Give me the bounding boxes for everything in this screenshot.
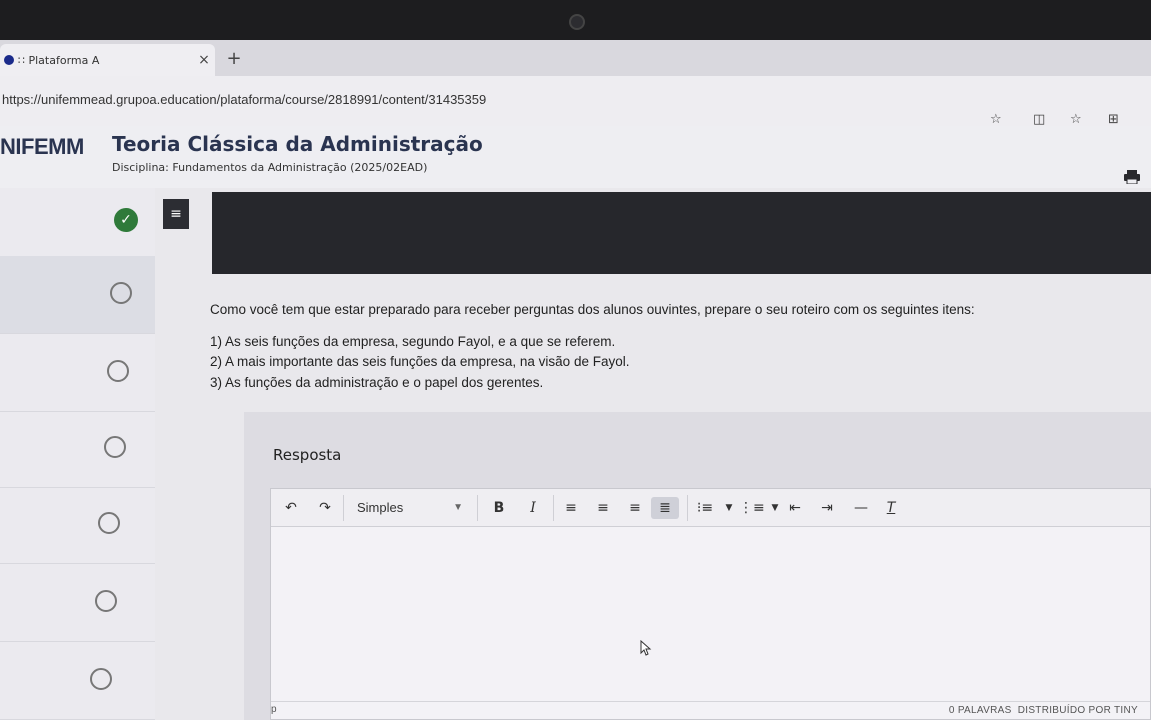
editor-statusbar: p 0 PALAVRAS DISTRIBUÍDO POR TINY — [271, 701, 1150, 719]
status-circle-icon — [104, 436, 126, 458]
italic-button[interactable]: I — [523, 497, 543, 519]
page-title: Teoria Clássica da Administração — [112, 132, 483, 156]
status-circle-icon — [98, 512, 120, 534]
toolbar-divider — [553, 495, 554, 521]
align-right-icon[interactable]: ≡ — [625, 497, 645, 519]
sidebar-item-6[interactable] — [0, 564, 155, 642]
instructions: Como você tem que estar preparado para r… — [210, 302, 975, 326]
word-count: 0 PALAVRAS DISTRIBUÍDO POR TINY — [949, 705, 1138, 716]
editor-toolbar: ↶ ↷ Simples ▼ B I ≡ ≡ ≡ ≣ ⁝≡ ▼ ⋮≡ ▼ ⇤ ⇥ … — [271, 489, 1150, 527]
chevron-down-icon: ▼ — [453, 502, 463, 513]
browser-tab[interactable]: ∷ Plataforma A × — [0, 44, 215, 76]
browser-tab-bar: ∷ Plataforma A × + — [0, 40, 1151, 76]
status-circle-icon — [107, 360, 129, 382]
undo-icon[interactable]: ↶ — [281, 497, 301, 519]
webcam — [569, 14, 585, 30]
toolbar-divider — [477, 495, 478, 521]
chevron-down-icon[interactable]: ▼ — [719, 497, 739, 519]
print-icon[interactable] — [1124, 170, 1140, 184]
tab-title: ∷ Plataforma A — [18, 53, 100, 67]
element-path: p — [271, 704, 277, 715]
sidebar-item-2[interactable] — [0, 256, 155, 334]
outdent-icon[interactable]: ⇤ — [785, 497, 805, 519]
collections-icon[interactable]: ⊞ — [1108, 112, 1119, 127]
word-count-label: 0 PALAVRAS — [948, 705, 1012, 716]
reader-icon[interactable]: ◫ — [1033, 112, 1045, 127]
favicon-icon — [4, 55, 14, 65]
sidebar-item-7[interactable] — [0, 642, 155, 720]
status-circle-icon — [90, 668, 112, 690]
new-tab-button[interactable]: + — [222, 48, 246, 72]
editor-body[interactable] — [271, 527, 1150, 699]
align-left-icon[interactable]: ≡ — [561, 497, 581, 519]
status-circle-icon — [95, 590, 117, 612]
sidebar-item-4[interactable] — [0, 410, 155, 488]
align-center-icon[interactable]: ≡ — [593, 497, 613, 519]
address-bar: https://unifemmead.grupoa.education/plat… — [0, 76, 1151, 127]
status-circle-icon — [110, 282, 132, 304]
favorites-icon[interactable]: ☆ — [1070, 112, 1082, 127]
format-select-value: Simples — [357, 500, 404, 515]
check-icon: ✓ — [114, 208, 138, 232]
bullet-list-icon[interactable]: ⁝≡ — [695, 497, 715, 519]
list-item: 1) As seis funções da empresa, segundo F… — [210, 334, 616, 349]
list-item: 3) As funções da administração e o papel… — [210, 375, 544, 390]
logo: NIFEMM — [0, 134, 84, 159]
bold-button[interactable]: B — [489, 497, 509, 519]
toolbar-divider — [343, 495, 344, 521]
rich-text-editor[interactable]: ↶ ↷ Simples ▼ B I ≡ ≡ ≡ ≣ ⁝≡ ▼ ⋮≡ ▼ ⇤ ⇥ … — [270, 488, 1151, 720]
sidebar-item-1[interactable]: ✓ — [0, 188, 155, 266]
sidebar-item-3[interactable] — [0, 334, 155, 412]
content-banner — [212, 192, 1151, 274]
indent-icon[interactable]: ⇥ — [817, 497, 837, 519]
answer-label: Resposta — [273, 446, 342, 464]
numbered-list-icon[interactable]: ⋮≡ — [739, 497, 765, 519]
redo-icon[interactable]: ↷ — [315, 497, 335, 519]
clear-formatting-icon[interactable]: T — [881, 497, 901, 519]
instructions-intro: Como você tem que estar preparado para r… — [210, 302, 975, 317]
chevron-down-icon[interactable]: ▼ — [765, 497, 785, 519]
sidebar-item-5[interactable] — [0, 486, 155, 564]
progress-sidebar: ✓ — [0, 188, 155, 720]
course-subtitle: Disciplina: Fundamentos da Administração… — [112, 161, 428, 174]
star-icon[interactable]: ☆ — [990, 112, 1002, 127]
format-select[interactable]: Simples ▼ — [349, 497, 469, 519]
close-tab-icon[interactable]: × — [193, 52, 215, 68]
toolbar-divider — [687, 495, 688, 521]
horizontal-rule-icon[interactable]: — — [851, 497, 871, 519]
mouse-cursor-icon — [640, 640, 652, 656]
align-justify-icon[interactable]: ≣ — [651, 497, 679, 519]
powered-by-link[interactable]: DISTRIBUÍDO POR TINY — [1018, 705, 1138, 716]
menu-icon[interactable]: ≡ — [163, 199, 189, 229]
list-item: 2) A mais importante das seis funções da… — [210, 354, 630, 369]
url-field[interactable]: https://unifemmead.grupoa.education/plat… — [2, 92, 486, 107]
page-header: NIFEMM Teoria Clássica da Administração … — [0, 126, 1151, 188]
